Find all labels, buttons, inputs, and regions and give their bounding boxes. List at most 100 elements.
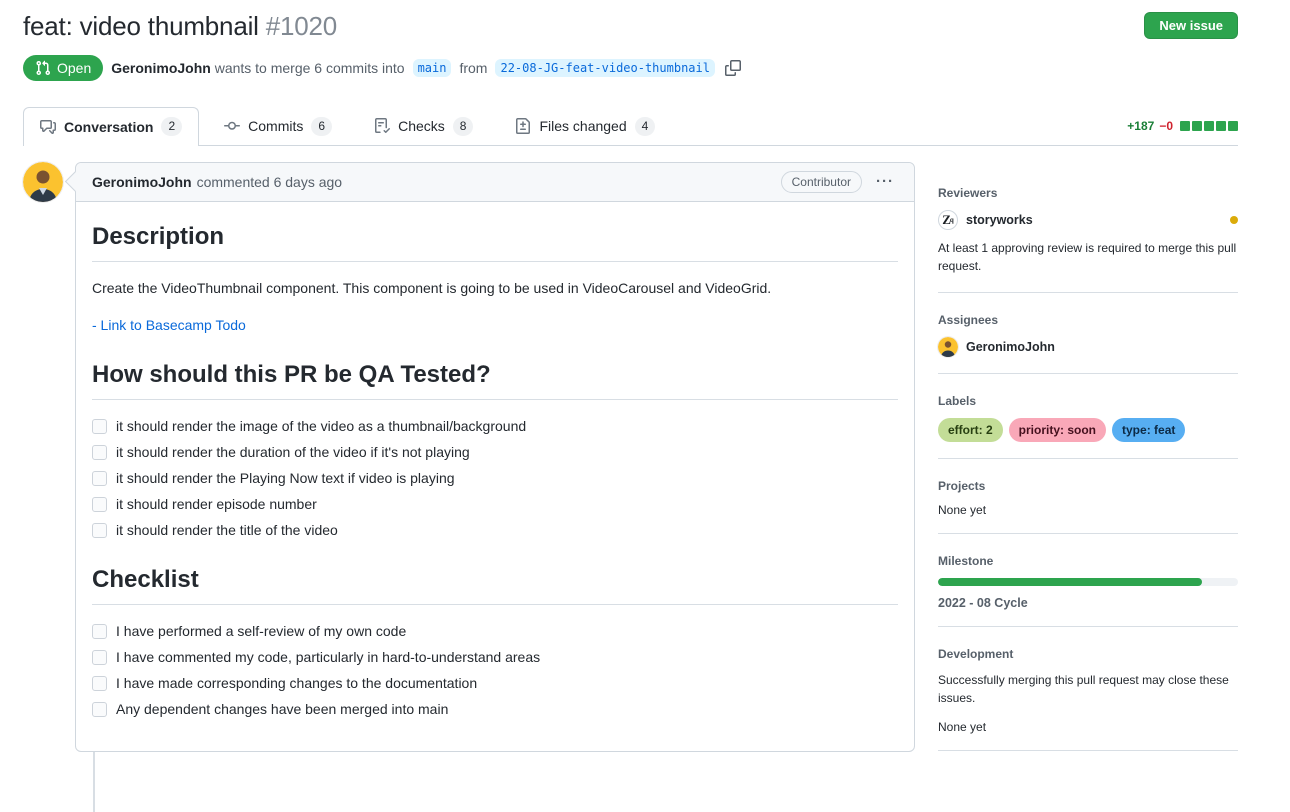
title-row: feat: video thumbnail #1020 New issue [23, 10, 1238, 43]
checklist-task-list: I have performed a self-review of my own… [92, 621, 898, 720]
new-issue-button[interactable]: New issue [1144, 12, 1238, 39]
copy-icon [725, 60, 741, 76]
checkbox[interactable] [92, 497, 107, 512]
comment-header: GeronimoJohn commented 6 days ago Contri… [76, 163, 914, 202]
tab-conversation[interactable]: Conversation 2 [23, 107, 199, 146]
diffstat-blocks [1180, 121, 1238, 131]
tab-files-changed[interactable]: Files changed 4 [498, 107, 672, 145]
comment-meta: commented 6 days ago [197, 174, 343, 190]
basecamp-todo-link[interactable]: - Link to Basecamp Todo [92, 317, 246, 333]
development-note: Successfully merging this pull request m… [938, 671, 1238, 708]
qa-task-list: it should render the image of the video … [92, 416, 898, 541]
kebab-menu-icon[interactable]: ··· [872, 174, 898, 189]
task-item: it should render episode number [92, 494, 898, 515]
task-item: it should render the title of the video [92, 520, 898, 541]
assignees-header: Assignees [938, 313, 1238, 327]
checkbox[interactable] [92, 676, 107, 691]
tab-checks[interactable]: Checks 8 [357, 107, 490, 145]
pending-review-dot-icon [1230, 216, 1238, 224]
checkbox[interactable] [92, 650, 107, 665]
checkbox[interactable] [92, 624, 107, 639]
milestone-progress-fill [938, 578, 1202, 586]
status-label: Open [57, 60, 91, 76]
reviewer-name[interactable]: storyworks [966, 213, 1033, 227]
milestone-header: Milestone [938, 554, 1238, 568]
checklist-icon [374, 118, 390, 134]
tab-commits-count: 6 [311, 117, 332, 136]
additions-count: +187 [1127, 119, 1154, 133]
copy-branch-button[interactable] [723, 58, 743, 78]
main-area: GeronimoJohn commented 6 days ago Contri… [23, 162, 1238, 812]
section-heading-qa: How should this PR be QA Tested? [92, 360, 898, 400]
development-header: Development [938, 647, 1238, 661]
task-label: it should render the title of the video [116, 520, 338, 541]
diff-stat[interactable]: +187 −0 [1127, 119, 1238, 133]
comment-author-link[interactable]: GeronimoJohn [92, 174, 192, 190]
comment-discussion-icon [40, 119, 56, 135]
checkbox[interactable] [92, 523, 107, 538]
review-requirement-note: At least 1 approving review is required … [938, 239, 1238, 276]
task-label: it should render the Playing Now text if… [116, 468, 455, 489]
task-item: it should render the Playing Now text if… [92, 468, 898, 489]
task-label: I have performed a self-review of my own… [116, 621, 406, 642]
projects-section: Projects None yet [938, 475, 1238, 534]
comment-card: GeronimoJohn commented 6 days ago Contri… [75, 162, 915, 752]
pr-title-text: feat: video thumbnail [23, 11, 259, 41]
conversation-timeline: GeronimoJohn commented 6 days ago Contri… [23, 162, 915, 812]
reviewer-row: Zq storyworks [938, 210, 1238, 230]
base-branch-chip[interactable]: main [413, 59, 452, 77]
tab-checks-label: Checks [398, 118, 445, 134]
sidebar: Reviewers Zq storyworks At least 1 appro… [938, 162, 1238, 767]
avatar[interactable] [23, 162, 63, 202]
tab-checks-count: 8 [453, 117, 474, 136]
file-diff-icon [515, 118, 531, 134]
task-label: it should render episode number [116, 494, 317, 515]
assignee-name[interactable]: GeronimoJohn [966, 340, 1055, 354]
task-label: it should render the image of the video … [116, 416, 526, 437]
labels-row: effort: 2 priority: soon type: feat [938, 418, 1238, 442]
deletions-count: −0 [1159, 119, 1173, 133]
description-paragraph: Create the VideoThumbnail component. Thi… [92, 278, 898, 299]
tab-commits[interactable]: Commits 6 [207, 107, 349, 145]
assignees-section: Assignees GeronimoJohn [938, 309, 1238, 374]
from-word: from [459, 60, 487, 76]
pr-number: #1020 [266, 11, 337, 41]
label-priority[interactable]: priority: soon [1009, 418, 1106, 442]
development-section: Development Successfully merging this pu… [938, 643, 1238, 751]
author-link[interactable]: GeronimoJohn [111, 60, 211, 76]
task-label: Any dependent changes have been merged i… [116, 699, 448, 720]
reviewers-header: Reviewers [938, 186, 1238, 200]
contributor-badge: Contributor [781, 171, 862, 193]
pr-page: feat: video thumbnail #1020 New issue Op… [0, 0, 1290, 812]
pr-meta-row: Open GeronimoJohn wants to merge 6 commi… [23, 55, 1238, 81]
git-commit-icon [224, 118, 240, 134]
action-text: wants to merge 6 commits into [215, 60, 405, 76]
section-heading-checklist: Checklist [92, 565, 898, 605]
task-item: Any dependent changes have been merged i… [92, 699, 898, 720]
head-branch-chip[interactable]: 22-08-JG-feat-video-thumbnail [495, 59, 715, 77]
timeline-line [93, 752, 95, 812]
checkbox[interactable] [92, 471, 107, 486]
labels-header: Labels [938, 394, 1238, 408]
reviewers-section: Reviewers Zq storyworks At least 1 appro… [938, 182, 1238, 293]
task-label: it should render the duration of the vid… [116, 442, 470, 463]
label-type[interactable]: type: feat [1112, 418, 1185, 442]
label-effort[interactable]: effort: 2 [938, 418, 1003, 442]
task-label: I have commented my code, particularly i… [116, 647, 540, 668]
development-value: None yet [938, 720, 1238, 734]
milestone-title[interactable]: 2022 - 08 Cycle [938, 596, 1238, 610]
milestone-progress-track [938, 578, 1238, 586]
pr-tabnav: Conversation 2 Commits 6 Checks 8 Files … [23, 107, 1238, 146]
checkbox[interactable] [92, 702, 107, 717]
task-item: it should render the image of the video … [92, 416, 898, 437]
checkbox[interactable] [92, 419, 107, 434]
status-badge: Open [23, 55, 103, 81]
page-title: feat: video thumbnail #1020 [23, 10, 337, 43]
tab-files-changed-count: 4 [635, 117, 656, 136]
tab-conversation-label: Conversation [64, 119, 153, 135]
task-item: I have commented my code, particularly i… [92, 647, 898, 668]
reviewer-avatar: Zq [938, 210, 958, 230]
checkbox[interactable] [92, 445, 107, 460]
projects-header: Projects [938, 479, 1238, 493]
tab-files-changed-label: Files changed [539, 118, 626, 134]
